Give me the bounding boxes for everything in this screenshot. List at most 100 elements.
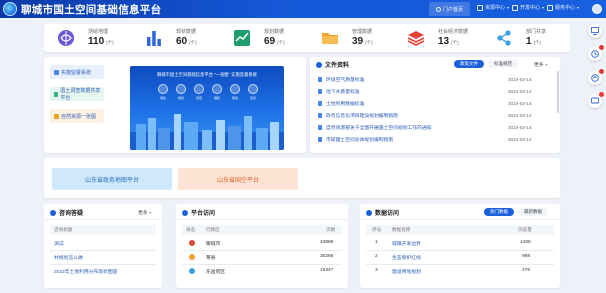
feature-banner[interactable]: 聊城市国土空间基础信息平台 "一张图" 实施监督系统 测绘 规划 调查 确权 审…	[130, 66, 284, 150]
banner-module-icon	[176, 84, 186, 94]
banner-title: 聊城市国土空间基础信息平台 "一张图" 实施监督系统	[157, 72, 257, 77]
stat-card-survey[interactable]: 测绘地理 110 (个)	[48, 24, 133, 52]
stat-card-management[interactable]: 管理数据 39 (个)	[312, 24, 397, 52]
docs-title: 文件资料	[316, 60, 349, 69]
double-chevron-icon: »	[148, 211, 152, 216]
stat-label: 部门共享	[526, 29, 547, 35]
layers-icon	[406, 28, 426, 48]
file-icon	[318, 125, 322, 130]
doc-row[interactable]: 市级国土空间总体规划编制指南 2024-03-14	[318, 135, 554, 144]
doc-title: 自然资源部关于全面开展国土空间规划工作的通知	[326, 126, 432, 131]
doc-date: 2024-03-14	[508, 101, 532, 106]
notification-badge	[599, 69, 604, 74]
message-icon	[591, 97, 599, 104]
quick-access-panel: 实施监督系统 国土调查数据共享平台 自然资源一张图 聊城市国土空间基础信息平台 …	[44, 57, 306, 153]
monitor-button[interactable]	[588, 24, 602, 38]
upload-button[interactable]	[588, 69, 604, 85]
document-icon	[316, 61, 322, 68]
row-number: 2	[375, 254, 378, 259]
database-icon	[366, 209, 372, 216]
platform-gov-map[interactable]: 山东省政务地图平台	[52, 168, 172, 190]
stat-card-planning[interactable]: 规划数据 69 (个)	[224, 24, 309, 52]
visits-header: 平台访问	[176, 204, 348, 220]
consult-item[interactable]: 村规划怎么做	[54, 254, 83, 261]
nav-label: 服务中心	[555, 5, 576, 11]
visit-count: 16347	[320, 268, 334, 273]
view-count: 998	[522, 254, 531, 259]
data-access-title-text: 数据访问	[375, 211, 400, 217]
nav-dev-center[interactable]: 开发中心 ▾	[512, 4, 544, 11]
dataset-name[interactable]: 城镇开发边界	[392, 240, 421, 247]
tab-hot-data[interactable]: 热门数据	[484, 208, 514, 216]
stat-label: 测绘地理	[88, 29, 109, 35]
tab-policy-docs[interactable]: 政策文件	[454, 60, 484, 68]
stat-card-socioeconomic[interactable]: 社会经济数据 13 (个)	[398, 24, 483, 52]
doc-row[interactable]: 自然资源部关于全面开展国土空间规划工作的通知 2024-03-14	[318, 123, 554, 132]
banner-module-icon	[248, 84, 258, 94]
file-icon	[318, 101, 322, 106]
doc-row[interactable]: 地下水质量标准 2024-03-14	[318, 87, 554, 96]
consult-title-text: 咨询答疑	[59, 211, 84, 217]
tab-standards[interactable]: 标准规范	[488, 60, 518, 68]
city-skyline-illustration	[130, 114, 284, 150]
nav-label: 门户首页	[442, 6, 463, 13]
consult-panel: 咨询答疑 更多 » 咨询标题 测试 村规划怎么做 2022年土地利用分布现状图是	[44, 204, 162, 288]
platform-land-space[interactable]: 山东省国空平台	[178, 168, 298, 190]
system-icon	[54, 69, 59, 75]
view-count: 1405	[520, 240, 531, 245]
database-icon	[54, 91, 59, 97]
nav-service-center[interactable]: 服务中心 ▾	[547, 4, 579, 11]
stat-label: 现状数据	[176, 29, 197, 35]
tab-latest-data[interactable]: 最新数据	[518, 208, 548, 216]
quick-link-one-map[interactable]: 自然资源一张图	[50, 109, 104, 123]
column-header: 行政区	[206, 227, 220, 232]
file-icon	[318, 137, 322, 142]
consult-item[interactable]: 测试	[54, 240, 64, 247]
app-header: 聊城市国土空间基础信息平台 门户首页 资源中心 ▾ 开发中心 ▾ 服务中心 ▾	[0, 0, 606, 18]
docs-scrollbar[interactable]	[557, 71, 559, 113]
dataset-name[interactable]: 建设用地规划	[392, 268, 421, 275]
doc-date: 2024-03-14	[508, 89, 532, 94]
home-icon	[435, 6, 441, 12]
doc-row[interactable]: 政务信息化项目建设规划编制指南 2024-03-14	[318, 111, 554, 120]
data-access-panel: 数据访问 热门数据 最新数据 序号 数据名称 浏览量 1 城镇开发边界 1405…	[360, 204, 560, 288]
consult-more-link[interactable]: 更多 »	[138, 209, 152, 216]
doc-date: 2024-03-14	[508, 125, 532, 130]
nav-portal-home[interactable]: 门户首页	[429, 2, 470, 16]
history-button[interactable]	[588, 45, 604, 61]
message-button[interactable]	[588, 92, 604, 108]
dataset-name[interactable]: 生态保护红线	[392, 254, 421, 261]
app-title: 聊城市国土空间基础信息平台	[21, 4, 162, 16]
notification-badge	[599, 45, 604, 50]
clock-icon	[591, 50, 599, 58]
visits-title-text: 平台访问	[191, 211, 216, 217]
nav-resource-center[interactable]: 资源中心 ▾	[477, 4, 509, 11]
file-icon	[318, 89, 322, 94]
stat-card-current[interactable]: 现状数据 60 (个)	[136, 24, 221, 52]
chevron-down-icon: ▾	[577, 5, 580, 10]
doc-row[interactable]: 环境空气质量标准 2024-03-14	[318, 75, 554, 84]
quick-link-supervision[interactable]: 实施监督系统	[50, 65, 104, 79]
doc-row[interactable]: 土地利用数据标准 2024-03-14	[318, 99, 554, 108]
banner-module-icon	[212, 84, 222, 94]
docs-more-link[interactable]: 更多 »	[534, 61, 548, 68]
upload-icon	[591, 74, 599, 82]
user-avatar[interactable]	[592, 4, 602, 14]
doc-date: 2024-03-14	[508, 113, 532, 118]
doc-title: 政务信息化项目建设规划编制指南	[326, 114, 398, 119]
globe-icon	[56, 28, 76, 48]
stat-value: 60 (个)	[176, 36, 197, 47]
visits-panel: 平台访问 排名 行政区 次数 聊城市 34886 莘县 30266 东昌府区 1…	[176, 204, 348, 288]
folder-icon	[320, 28, 340, 48]
consult-item[interactable]: 2022年土地利用分布现状图是	[54, 268, 117, 275]
rank-medal-icon	[189, 240, 195, 246]
file-icon	[318, 77, 322, 82]
more-label: 更多	[138, 211, 148, 216]
banner-module-label: 调查	[195, 96, 202, 100]
quick-link-survey-share[interactable]: 国土调查数据共享平台	[50, 87, 104, 101]
row-divider	[366, 250, 554, 251]
stat-card-dept-share[interactable]: 部门共享 1 (个)	[486, 24, 571, 52]
chevron-down-icon: ▾	[542, 5, 545, 10]
resource-icon	[477, 4, 483, 11]
stat-value: 110 (个)	[88, 36, 114, 47]
